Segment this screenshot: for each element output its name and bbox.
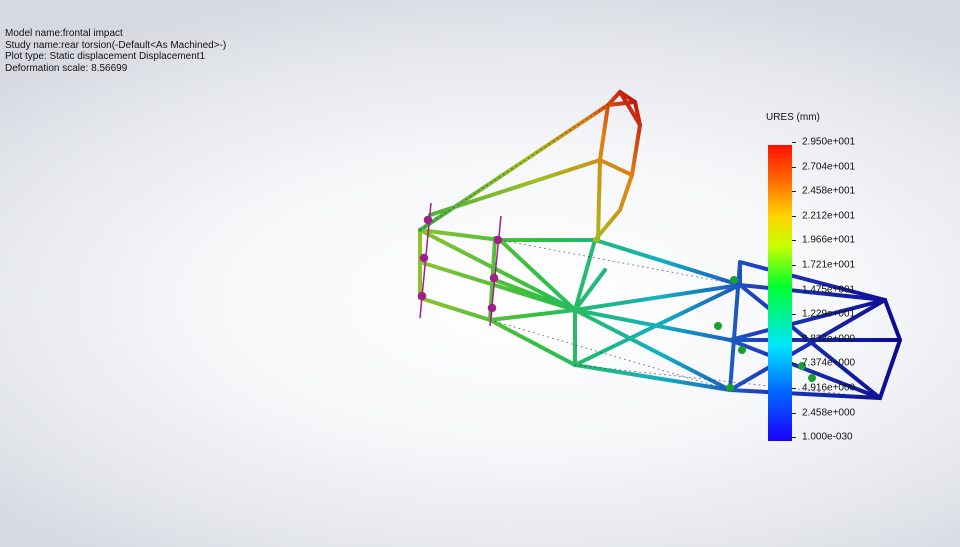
legend-tick-mark [792, 166, 796, 168]
legend-tick-label: 2.458e+000 [802, 407, 856, 419]
legend-tick-label: 1.721e+001 [802, 259, 856, 271]
legend-tick-label: 9.832e+000 [802, 333, 856, 345]
legend-tick-mark [792, 240, 796, 242]
legend-tick-label: 7.374e+000 [802, 357, 856, 369]
legend-tick-label: 1.966e+001 [802, 234, 856, 246]
color-scale-bar [768, 145, 792, 441]
legend-tick-mark [792, 191, 796, 193]
legend-tick-mark [792, 142, 796, 143]
legend-tick-label: 2.950e+001 [802, 136, 856, 148]
legend-tick-label: 4.916e+000 [802, 382, 856, 394]
frame-model-viewport[interactable] [0, 0, 960, 547]
legend-tick-mark [792, 363, 796, 365]
legend-tick-label: 2.212e+001 [802, 210, 856, 222]
legend-tick-label: 1.000e-030 [802, 431, 853, 443]
legend-tick-mark [792, 412, 796, 414]
legend-tick-label: 1.475e+001 [802, 284, 856, 296]
legend-tick-mark [792, 314, 796, 316]
legend-tick-mark [792, 437, 796, 439]
legend-tick-mark [792, 338, 796, 340]
legend-tick-mark [792, 388, 796, 389]
legend-tick-mark [792, 215, 796, 217]
legend-tick-label: 2.458e+001 [802, 185, 856, 197]
legend-tick-label: 2.704e+001 [802, 161, 856, 173]
legend-tick-mark [792, 289, 796, 291]
legend-tick-label: 1.229e+001 [802, 308, 856, 320]
legend-title: URES (mm) [766, 112, 820, 123]
legend-tick-mark [792, 265, 796, 266]
